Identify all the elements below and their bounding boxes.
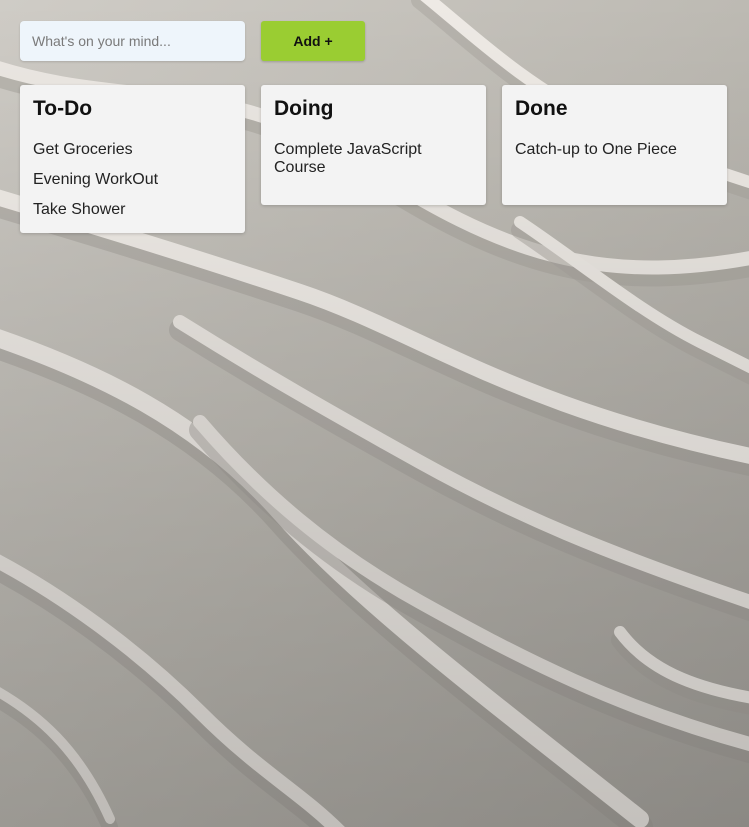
new-task-input[interactable] — [20, 21, 245, 61]
column-title: Done — [515, 97, 568, 120]
task-list: Complete JavaScript Course — [274, 141, 473, 177]
task-item[interactable]: Take Shower — [33, 201, 232, 219]
column-done[interactable]: Done Catch-up to One Piece — [502, 85, 727, 205]
task-item[interactable]: Complete JavaScript Course — [274, 141, 473, 177]
task-list: Catch-up to One Piece — [515, 141, 714, 159]
column-title: Doing — [274, 97, 334, 120]
task-item[interactable]: Get Groceries — [33, 141, 232, 159]
column-todo[interactable]: To-Do Get Groceries Evening WorkOut Take… — [20, 85, 245, 233]
column-title: To-Do — [33, 97, 93, 120]
task-item[interactable]: Catch-up to One Piece — [515, 141, 714, 159]
column-doing[interactable]: Doing Complete JavaScript Course — [261, 85, 486, 205]
task-list: Get Groceries Evening WorkOut Take Showe… — [33, 141, 232, 219]
task-item[interactable]: Evening WorkOut — [33, 171, 232, 189]
add-task-button[interactable]: Add + — [261, 21, 365, 61]
